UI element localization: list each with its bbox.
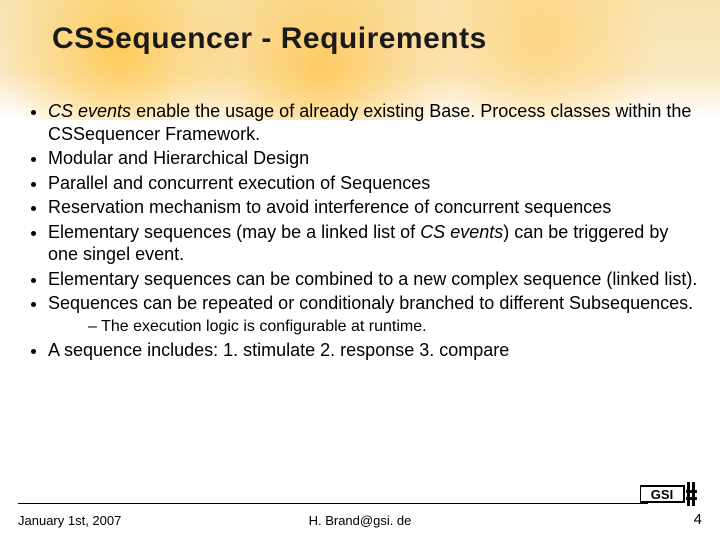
bullet-item: Sequences can be repeated or conditional…: [48, 292, 700, 315]
bullet-item: Modular and Hierarchical Design: [48, 147, 700, 170]
bullet-list: CS events enable the usage of already ex…: [20, 100, 700, 361]
footer: January 1st, 2007 H. Brand@gsi. de 4: [18, 506, 702, 528]
sub-bullet-list: The execution logic is configurable at r…: [48, 317, 700, 337]
bullet-item: Elementary sequences (may be a linked li…: [48, 221, 700, 266]
gsi-logo: GSI: [640, 480, 698, 508]
page-title: CSSequencer - Requirements: [52, 22, 487, 56]
sub-bullet-item: The execution logic is configurable at r…: [88, 317, 700, 337]
content-area: CS events enable the usage of already ex…: [20, 100, 700, 363]
bullet-item: A sequence includes: 1. stimulate 2. res…: [48, 339, 700, 362]
bullet-item: Parallel and concurrent execution of Seq…: [48, 172, 700, 195]
bullet-item: Elementary sequences can be combined to …: [48, 268, 700, 291]
bullet-item: CS events enable the usage of already ex…: [48, 100, 700, 145]
svg-text:GSI: GSI: [651, 487, 673, 502]
footer-divider: [18, 503, 648, 504]
footer-date: January 1st, 2007: [18, 513, 121, 528]
footer-page-number: 4: [694, 511, 702, 528]
footer-email: H. Brand@gsi. de: [309, 513, 412, 528]
bullet-item: Reservation mechanism to avoid interfere…: [48, 196, 700, 219]
